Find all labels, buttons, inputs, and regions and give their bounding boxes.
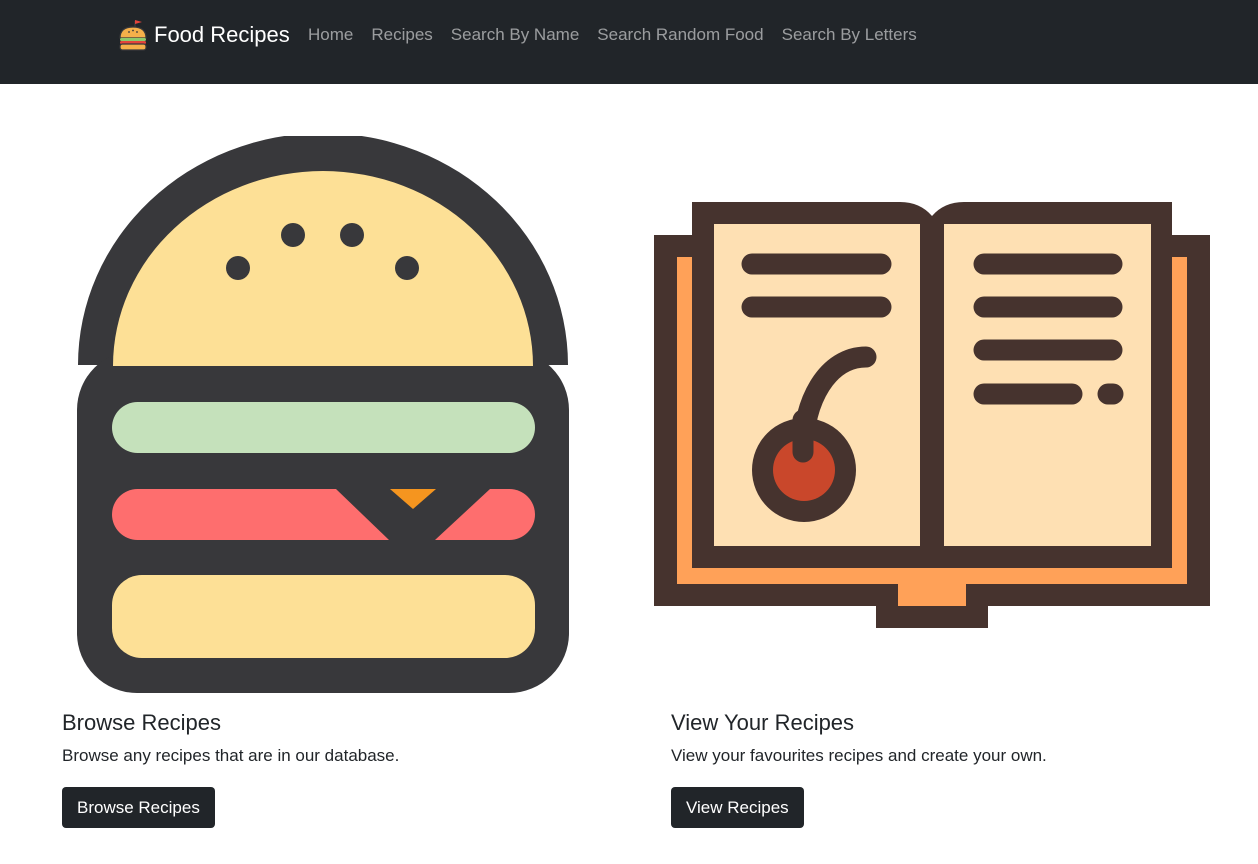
burger-icon xyxy=(119,20,147,51)
card-title: Browse Recipes xyxy=(62,710,221,735)
burger-illustration xyxy=(77,136,569,693)
nav-links: Home Recipes Search By Name Search Rando… xyxy=(299,18,926,52)
navbar: Food Recipes Home Recipes Search By Name… xyxy=(0,0,1258,84)
browse-recipes-button[interactable]: Browse Recipes xyxy=(62,787,215,828)
nav-link-recipes[interactable]: Recipes xyxy=(362,18,441,52)
brand-link[interactable]: Food Recipes xyxy=(118,18,290,52)
brand-name: Food Recipes xyxy=(154,22,290,47)
view-recipes-button[interactable]: View Recipes xyxy=(671,787,804,828)
card-text: View your favourites recipes and create … xyxy=(671,746,1047,765)
recipe-book-illustration xyxy=(654,202,1210,628)
nav-link-search-random-food[interactable]: Search Random Food xyxy=(588,18,772,52)
card-text: Browse any recipes that are in our datab… xyxy=(62,746,400,765)
card-title: View Your Recipes xyxy=(671,710,855,735)
view-recipes-card: View Your Recipes View your favourites r… xyxy=(654,84,1241,864)
nav-link-search-by-letters[interactable]: Search By Letters xyxy=(773,18,926,52)
nav-link-search-by-name[interactable]: Search By Name xyxy=(442,18,589,52)
nav-link-home[interactable]: Home xyxy=(299,18,362,52)
browse-recipes-card: Browse Recipes Browse any recipes that a… xyxy=(62,84,632,864)
